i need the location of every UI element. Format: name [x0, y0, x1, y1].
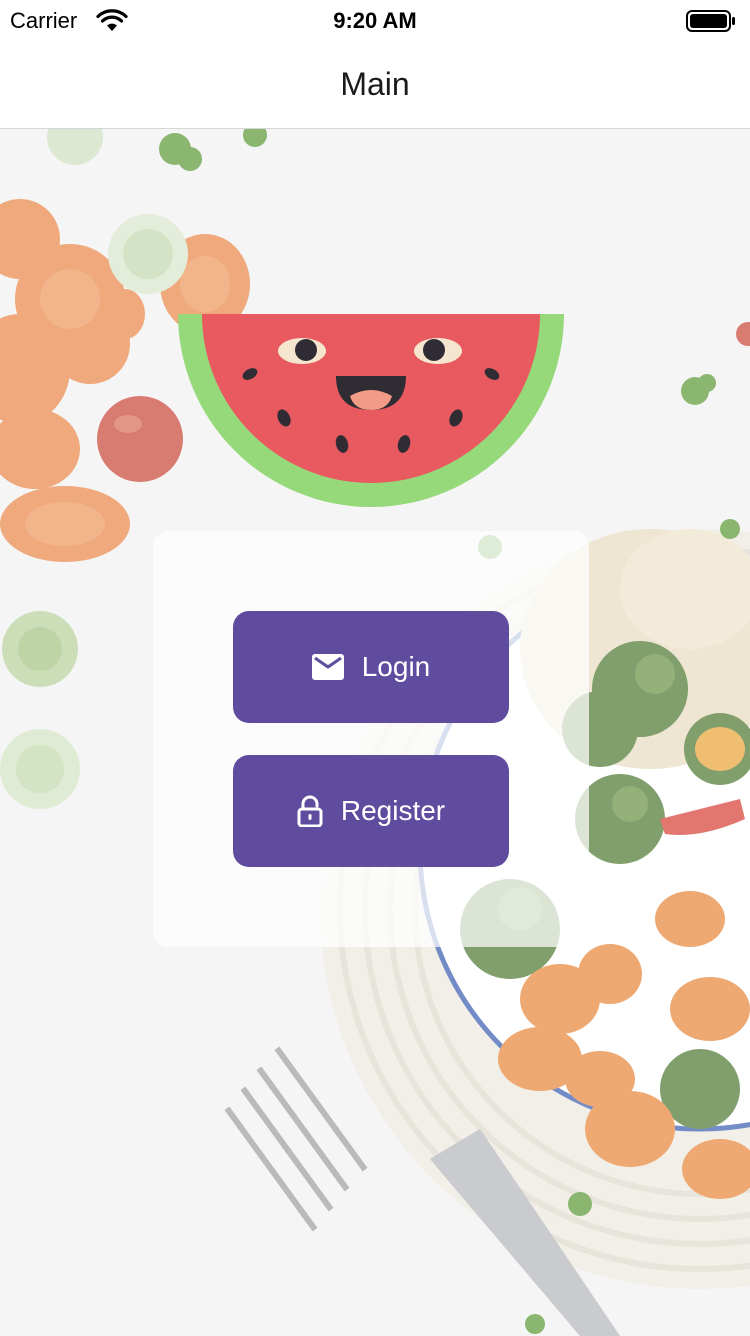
page-title: Main [340, 66, 410, 102]
mail-icon [311, 654, 344, 680]
lock-icon [297, 795, 323, 827]
status-bar: Carrier 9:20 AM [0, 0, 750, 44]
login-button-label: Login [361, 651, 431, 682]
status-time: 9:20 AM [333, 8, 417, 33]
battery-icon [686, 10, 735, 32]
auth-card: Login Register [153, 531, 589, 947]
login-button[interactable]: Login [233, 611, 509, 723]
watermelon-logo-icon [178, 314, 564, 507]
register-button[interactable]: Register [233, 755, 509, 867]
navigation-bar: Main [0, 44, 750, 129]
register-button-label: Register [340, 795, 446, 826]
